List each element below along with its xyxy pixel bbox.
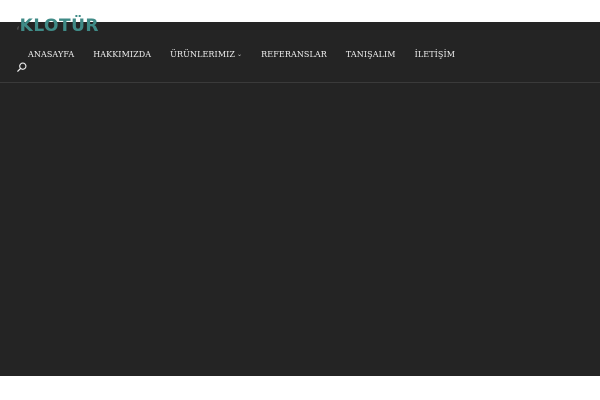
site-logo[interactable]: KLOTÜR bbox=[17, 16, 99, 46]
nav-item-iletisim[interactable]: İLETİŞİM bbox=[415, 50, 455, 60]
main-navigation: ANASAYFA HAKKIMIZDA ÜRÜNLERIMIZ ⌄ REFERAN… bbox=[28, 49, 455, 61]
nav-item-urunlerimiz[interactable]: ÜRÜNLERIMIZ ⌄ bbox=[170, 50, 242, 60]
browser-viewport: KLOTÜR ANASAYFA HAKKIMIZDA ÜRÜNLERIMIZ ⌄ … bbox=[0, 0, 600, 400]
site-container: KLOTÜR ANASAYFA HAKKIMIZDA ÜRÜNLERIMIZ ⌄ … bbox=[0, 18, 600, 376]
hero-area bbox=[0, 83, 600, 376]
chevron-down-icon: ⌄ bbox=[237, 51, 243, 58]
logo-icon bbox=[17, 26, 19, 30]
logo-text: KLOTÜR bbox=[19, 16, 99, 36]
nav-item-referanslar[interactable]: REFERANSLAR bbox=[261, 50, 327, 60]
search-icon[interactable] bbox=[17, 62, 27, 72]
nav-item-anasayfa[interactable]: ANASAYFA bbox=[28, 50, 74, 60]
nav-item-hakkimizda[interactable]: HAKKIMIZDA bbox=[93, 50, 151, 60]
nav-item-tanisalim[interactable]: TANIŞALIM bbox=[346, 50, 396, 60]
nav-item-urunlerimiz-label: ÜRÜNLERIMIZ bbox=[170, 50, 236, 59]
site-header: KLOTÜR ANASAYFA HAKKIMIZDA ÜRÜNLERIMIZ ⌄ … bbox=[0, 18, 600, 83]
